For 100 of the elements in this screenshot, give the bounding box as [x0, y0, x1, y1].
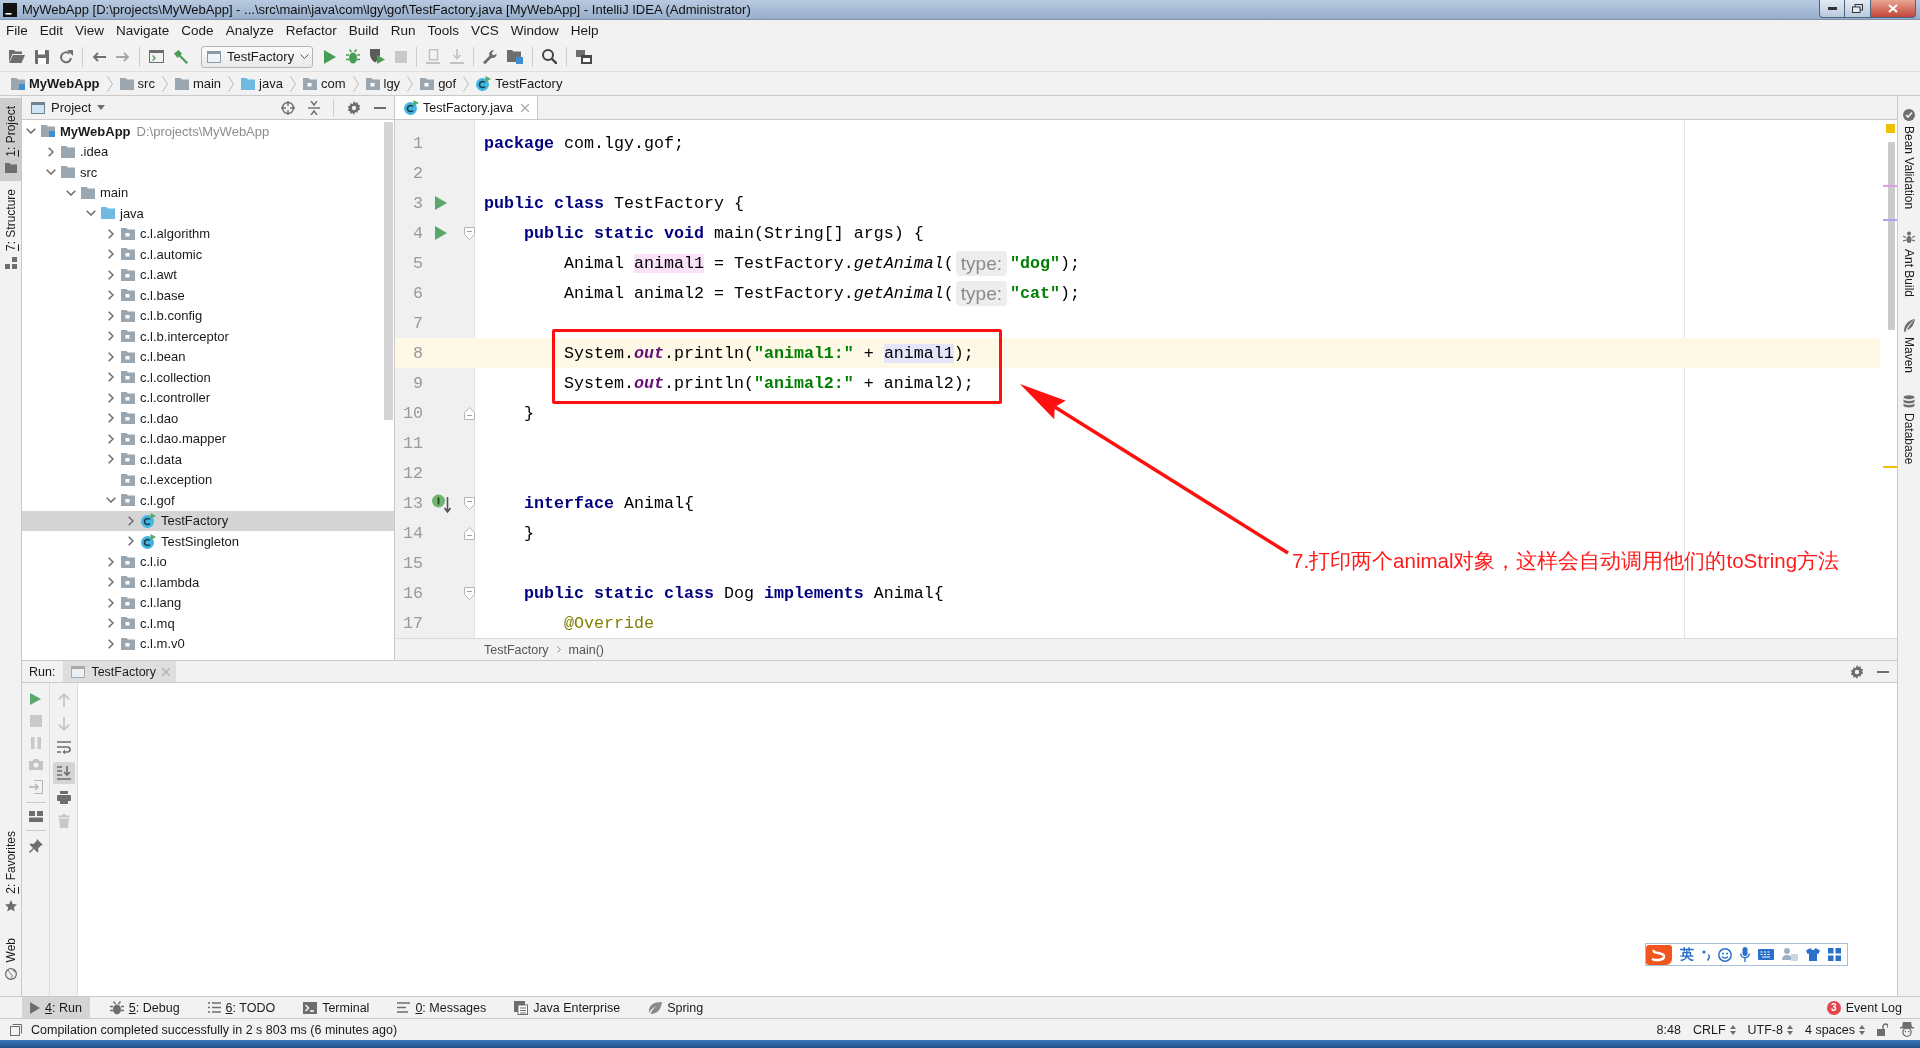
menu-item[interactable]: View — [69, 21, 111, 41]
keyboard-icon[interactable] — [1758, 949, 1774, 960]
view-selector[interactable]: Project — [31, 100, 106, 115]
menu-item[interactable]: Code — [175, 21, 220, 41]
pin-icon[interactable] — [28, 839, 43, 853]
chevron-right-icon[interactable] — [108, 413, 114, 424]
grid-icon[interactable] — [1828, 948, 1841, 961]
open-folder-icon[interactable] — [9, 50, 25, 63]
chevron-right-icon[interactable] — [108, 310, 114, 321]
input-mode-indicator[interactable]: 英 — [1680, 945, 1694, 964]
run-icon[interactable] — [435, 226, 447, 240]
tree-item[interactable]: c.l.m.v0 — [22, 633, 394, 654]
tree-item[interactable]: c.l.dao — [22, 408, 394, 429]
tree-item[interactable]: c.l.algorithm — [22, 223, 394, 244]
tool-window-button[interactable]: 6: TODO — [199, 997, 284, 1018]
encoding-selector[interactable]: UTF-8 — [1747, 1022, 1793, 1037]
shirt-icon[interactable] — [1806, 948, 1820, 961]
tree-item[interactable]: TestFactory — [22, 510, 394, 531]
input-method-logo-icon[interactable] — [1646, 944, 1672, 965]
scroll-to-end-icon[interactable] — [52, 762, 75, 784]
chevron-right-icon[interactable] — [48, 146, 54, 157]
editor-tab[interactable]: TestFactory.java — [395, 96, 539, 119]
tree-item[interactable]: c.l.io — [22, 551, 394, 572]
tree-item[interactable]: c.l.collection — [22, 367, 394, 388]
chevron-right-icon[interactable] — [128, 536, 134, 547]
tool-window-button[interactable]: 5: Debug — [101, 997, 188, 1018]
chevron-right-icon[interactable] — [108, 638, 114, 649]
minimize-icon[interactable] — [1877, 670, 1889, 673]
breadcrumb-item[interactable]: gof — [420, 76, 457, 91]
tool-window-button[interactable]: Database — [1898, 393, 1920, 467]
tree-item[interactable]: c.l.b.interceptor — [22, 326, 394, 347]
soft-wrap-icon[interactable] — [56, 741, 71, 755]
scrollbar-thumb[interactable] — [1888, 142, 1895, 330]
menu-item[interactable]: Analyze — [219, 21, 280, 41]
breadcrumb-item[interactable]: src — [119, 76, 155, 91]
tree-item[interactable]: .idea — [22, 141, 394, 162]
panel-toggle-icon[interactable] — [10, 1023, 22, 1036]
unlocked-padlock-icon[interactable] — [1877, 1023, 1888, 1036]
menu-item[interactable]: File — [0, 21, 34, 41]
tree-item[interactable]: MyWebApp D:\projects\MyWebApp — [22, 121, 394, 142]
shield-run-icon[interactable] — [370, 49, 385, 64]
menu-item[interactable]: Run — [384, 21, 422, 41]
breadcrumb-item[interactable]: MyWebApp — [11, 76, 100, 91]
fold-marker-icon[interactable] — [464, 406, 475, 420]
tree-item[interactable]: c.l.exception — [22, 469, 394, 490]
bug-icon[interactable] — [346, 49, 360, 64]
chevron-down-icon[interactable] — [66, 189, 76, 196]
collapse-all-icon[interactable] — [308, 100, 320, 115]
tree-item[interactable]: main — [22, 182, 394, 203]
menu-item[interactable]: Help — [564, 21, 605, 41]
run-tab[interactable]: TestFactory — [63, 661, 176, 682]
tool-window-button[interactable]: 4: Run — [22, 997, 90, 1018]
tool-window-button[interactable]: 0: Messages — [389, 997, 495, 1018]
chevron-down-icon[interactable] — [106, 497, 116, 504]
chevron-right-icon[interactable] — [108, 228, 114, 239]
minimize-button[interactable] — [1819, 0, 1845, 18]
fold-marker-icon[interactable] — [464, 586, 475, 600]
tool-window-button[interactable]: Java Enterprise — [506, 997, 629, 1018]
layout-icon[interactable] — [28, 811, 43, 822]
breadcrumb-item[interactable]: com — [302, 76, 346, 91]
console-window-icon[interactable] — [149, 50, 164, 63]
fold-marker-icon[interactable] — [464, 496, 475, 510]
run-icon[interactable] — [324, 49, 336, 64]
menu-item[interactable]: VCS — [465, 21, 505, 41]
rerun-icon[interactable] — [30, 693, 41, 705]
scrollbar-thumb[interactable] — [384, 122, 393, 420]
tool-window-button[interactable]: 7: Structure — [0, 180, 21, 277]
print-icon[interactable] — [56, 791, 71, 804]
tool-window-button[interactable]: Terminal — [295, 997, 378, 1018]
chevron-right-icon[interactable] — [108, 556, 114, 567]
folder-grid-icon[interactable] — [507, 49, 523, 64]
chevron-right-icon[interactable] — [108, 433, 114, 444]
chevron-down-icon[interactable] — [46, 169, 56, 176]
tool-window-button[interactable]: 1: Project — [0, 98, 21, 181]
tree-item[interactable]: c.l.bean — [22, 346, 394, 367]
chevron-right-icon[interactable] — [108, 392, 114, 403]
tree-item[interactable]: c.l.dao.mapper — [22, 428, 394, 449]
punctuation-icon[interactable] — [1702, 948, 1710, 961]
minimize-icon[interactable] — [374, 106, 386, 109]
tool-window-button[interactable]: Bean Validation — [1898, 107, 1920, 212]
tree-item[interactable]: c.l.lambda — [22, 572, 394, 593]
fold-marker-icon[interactable] — [464, 526, 475, 540]
chevron-right-icon[interactable] — [108, 290, 114, 301]
hammer-icon[interactable] — [174, 49, 188, 64]
smiley-icon[interactable] — [1718, 947, 1732, 962]
tree-item[interactable]: c.l.awt — [22, 264, 394, 285]
chevron-right-icon[interactable] — [108, 249, 114, 260]
breadcrumb-item[interactable]: TestFactory — [484, 642, 549, 657]
back-arrow-icon[interactable] — [92, 51, 106, 62]
menu-item[interactable]: Tools — [421, 21, 465, 41]
chevron-down-icon[interactable] — [26, 128, 36, 135]
breadcrumb-item[interactable]: java — [241, 76, 283, 91]
run-icon[interactable] — [435, 196, 447, 210]
menu-item[interactable]: Build — [342, 21, 385, 41]
tree-item[interactable]: java — [22, 203, 394, 224]
tool-window-button[interactable]: Maven — [1898, 317, 1920, 376]
save-icon[interactable] — [35, 49, 49, 64]
event-log-button[interactable]: 3 Event Log — [1818, 997, 1910, 1018]
tool-window-button[interactable]: Ant Build — [1898, 229, 1920, 300]
fold-marker-icon[interactable] — [464, 226, 475, 240]
